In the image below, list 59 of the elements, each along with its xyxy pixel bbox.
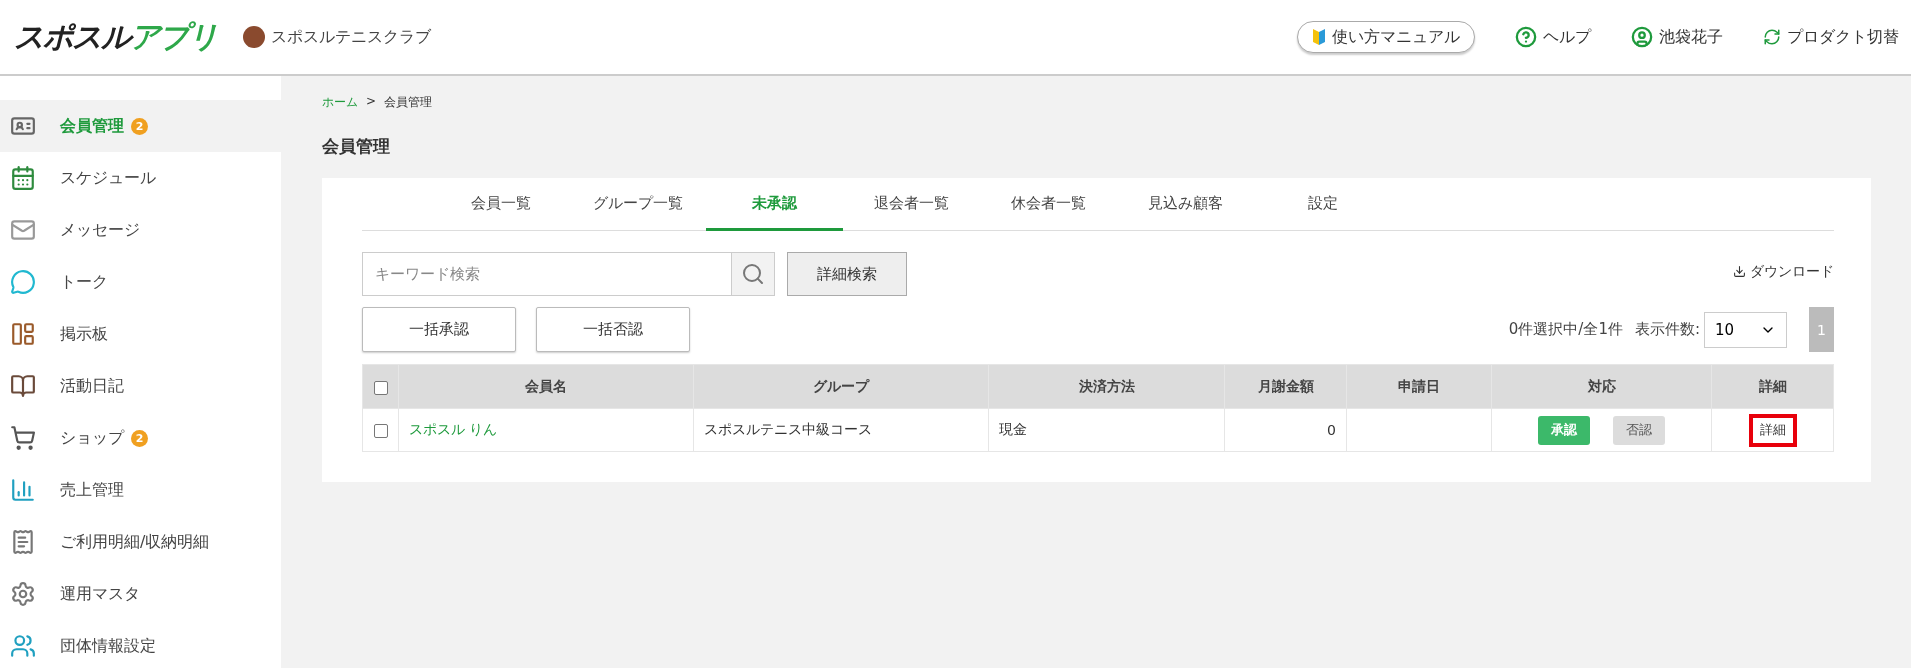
select-all-checkbox[interactable] (373, 380, 388, 395)
tab[interactable]: 退会者一覧 (843, 178, 980, 231)
page-title: 会員管理 (322, 135, 391, 158)
board-icon (10, 321, 36, 347)
cart-icon (10, 425, 36, 451)
tab[interactable]: 未承認 (706, 178, 843, 231)
page-size-label: 表示件数: (1634, 320, 1700, 339)
row-checkbox[interactable] (373, 424, 388, 438)
bulk-action-button[interactable]: 一括承認 (362, 307, 516, 352)
page-size-select[interactable]: 10 (1704, 311, 1787, 348)
help-icon (1515, 26, 1537, 48)
chat-bubble-icon (10, 269, 36, 295)
column-header: 申請日 (1346, 364, 1492, 409)
count-badge: 2 (131, 117, 148, 135)
download-icon (1733, 265, 1746, 278)
reject-button[interactable]: 否認 (1613, 415, 1665, 445)
book-icon (10, 373, 36, 399)
refresh-icon (1763, 28, 1781, 46)
advanced-search-button[interactable]: 詳細検索 (787, 252, 907, 296)
tab[interactable]: 休会者一覧 (980, 178, 1117, 231)
chart-icon (10, 477, 36, 503)
user-menu[interactable]: 池袋花子 (1631, 26, 1723, 48)
breadcrumb-current: 会員管理 (384, 94, 433, 111)
product-switch-link[interactable]: プロダクト切替 (1763, 26, 1899, 48)
detail-button[interactable]: 詳細 (1748, 413, 1797, 447)
table-cell: 0 (1224, 408, 1347, 452)
member-name-link[interactable]: スポスル りん (409, 421, 498, 437)
column-header: グループ (693, 364, 989, 409)
gear-icon (10, 581, 36, 607)
tab[interactable]: 会員一覧 (432, 178, 569, 231)
search-icon (741, 262, 765, 286)
user-icon (1631, 26, 1653, 48)
column-header: 詳細 (1711, 364, 1834, 409)
column-header: 月謝金額 (1224, 364, 1347, 409)
search-button[interactable] (731, 252, 775, 296)
count-badge: 2 (131, 429, 148, 447)
column-header: 決済方法 (988, 364, 1225, 409)
selection-count: 0件選択中/全1件 (1508, 320, 1623, 339)
table-cell: スポスルテニス中級コース (693, 408, 989, 452)
search-field[interactable]: キーワード検索 (362, 252, 731, 296)
manual-button[interactable]: 使い方マニュアル (1297, 21, 1475, 53)
breadcrumb-separator: > (366, 94, 377, 110)
table-cell: 現金 (988, 408, 1225, 452)
people-icon (10, 633, 36, 659)
bulk-action-button[interactable]: 一括否認 (536, 307, 690, 352)
column-header: 会員名 (398, 364, 694, 409)
envelope-icon (10, 217, 36, 243)
club-avatar (243, 26, 265, 48)
app-logo[interactable]: スポスルアプリ (14, 16, 217, 58)
tab[interactable]: 見込み顧客 (1117, 178, 1254, 231)
column-header: 対応 (1491, 364, 1712, 409)
help-link[interactable]: ヘルプ (1515, 26, 1591, 48)
calendar-icon (10, 165, 36, 191)
receipt-icon (10, 529, 36, 555)
download-link[interactable]: ダウンロード (1733, 262, 1834, 281)
tab[interactable]: 設定 (1254, 178, 1391, 231)
club-name: スポスルテニスクラブ (271, 26, 431, 48)
tab[interactable]: グループ一覧 (569, 178, 706, 231)
beginner-mark-icon (1312, 28, 1326, 46)
